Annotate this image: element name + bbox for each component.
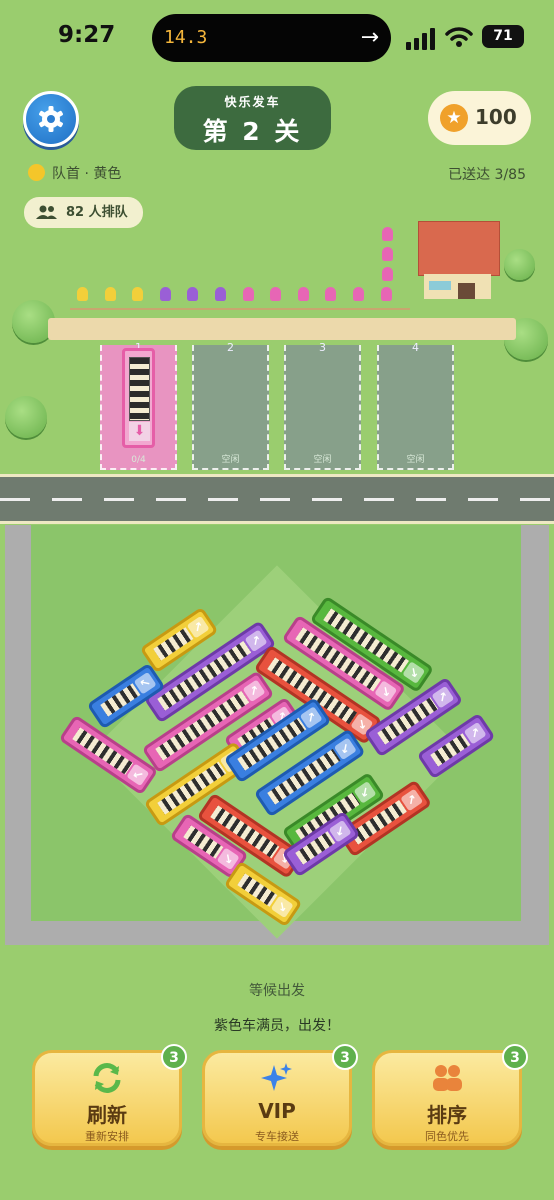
vip-label: VIP xyxy=(258,1099,296,1123)
level-subtitle: 快乐发车 xyxy=(224,95,281,109)
passenger-pink xyxy=(382,247,393,261)
passenger-pink xyxy=(353,287,364,301)
passenger-pink xyxy=(242,287,254,301)
clock: 9:27 xyxy=(58,22,116,48)
passenger-yellow xyxy=(132,287,144,301)
wifi-icon xyxy=(445,27,473,47)
refresh-caption: 重新安排 xyxy=(85,1130,129,1143)
lane-markings xyxy=(0,498,554,501)
star-coin-icon: ★ xyxy=(440,104,468,132)
people-icon xyxy=(433,1065,462,1091)
queue-count-label: 82 人排队 xyxy=(66,205,128,220)
fence xyxy=(70,308,410,316)
arrow-right-icon: → xyxy=(360,25,379,50)
queue-head-label: 队首 · 黄色 xyxy=(52,166,122,182)
passenger-purple xyxy=(187,287,199,301)
level-title: 第 2 关 xyxy=(202,117,303,146)
parking-slot-2[interactable]: 空闲 xyxy=(192,345,269,470)
sort-label: 排序 xyxy=(427,1103,467,1127)
house-door xyxy=(458,283,475,299)
refresh-icon xyxy=(93,1063,121,1093)
people-icon xyxy=(36,205,57,219)
sidewalk xyxy=(48,318,516,340)
tree xyxy=(504,249,535,280)
slot-label: 空闲 xyxy=(313,455,332,465)
slot-number: 2 xyxy=(227,341,234,354)
signal-icon xyxy=(406,28,435,50)
gear-icon xyxy=(39,106,63,132)
parked-bus-pink: ⬇ xyxy=(122,348,155,448)
queue-count-pill: 82 人排队 xyxy=(24,197,143,228)
parking-slot-3[interactable]: 空闲 xyxy=(284,345,361,470)
status-bar: 9:27 14.3 → 71 xyxy=(0,0,554,75)
vip-button[interactable]: VIP 专车接送 xyxy=(202,1050,352,1146)
vip-count-badge: 3 xyxy=(332,1044,358,1070)
island-timer: 14.3 xyxy=(164,27,208,48)
sort-count-badge: 3 xyxy=(502,1044,528,1070)
road xyxy=(0,474,554,524)
passenger-yellow xyxy=(104,287,116,301)
level-banner: 快乐发车 第 2 关 xyxy=(174,86,331,150)
settings-button[interactable] xyxy=(23,91,79,147)
sort-caption: 同色优先 xyxy=(425,1130,469,1143)
coin-counter[interactable]: ★ 100 xyxy=(428,91,531,145)
passenger-purple xyxy=(159,287,171,301)
coin-value: 100 xyxy=(475,105,517,129)
vip-caption: 专车接送 xyxy=(255,1130,299,1143)
bus-seats xyxy=(129,357,150,421)
status-message: 紫色车满员，出发！ xyxy=(214,1018,340,1034)
refresh-button[interactable]: 刷新 重新安排 xyxy=(32,1050,182,1146)
yellow-dot-icon xyxy=(28,164,45,181)
passenger-purple xyxy=(215,287,226,301)
station-house-roof xyxy=(418,221,500,276)
queue-head-info: 队首 · 黄色 xyxy=(28,163,121,183)
passenger-pink xyxy=(325,287,337,301)
slot-label: 空闲 xyxy=(221,455,240,465)
sort-button[interactable]: 排序 同色优先 xyxy=(372,1050,522,1146)
house-window xyxy=(429,281,451,290)
slot-label: 0/4 xyxy=(131,455,146,465)
dynamic-island: 14.3 → xyxy=(152,14,391,62)
passenger-yellow xyxy=(77,287,88,301)
refresh-label: 刷新 xyxy=(87,1103,127,1127)
tree xyxy=(5,396,47,438)
slot-number: 3 xyxy=(319,341,326,354)
passenger-pink xyxy=(380,287,392,301)
slot-number: 4 xyxy=(412,341,419,354)
sparkle-icon xyxy=(261,1063,292,1091)
battery-icon: 71 xyxy=(482,25,524,48)
delivered-counter: 已送达 3/85 xyxy=(448,167,526,183)
passenger-pink xyxy=(297,287,309,301)
parking-slot-4[interactable]: 空闲 xyxy=(377,345,454,470)
arrow-down-icon: ⬇ xyxy=(129,422,150,441)
passenger-pink xyxy=(382,267,393,281)
waiting-label: 等候出发 xyxy=(249,983,305,999)
passenger-pink xyxy=(382,227,393,241)
slot-label: 空闲 xyxy=(406,455,425,465)
passenger-pink xyxy=(270,287,282,301)
refresh-count-badge: 3 xyxy=(161,1044,187,1070)
